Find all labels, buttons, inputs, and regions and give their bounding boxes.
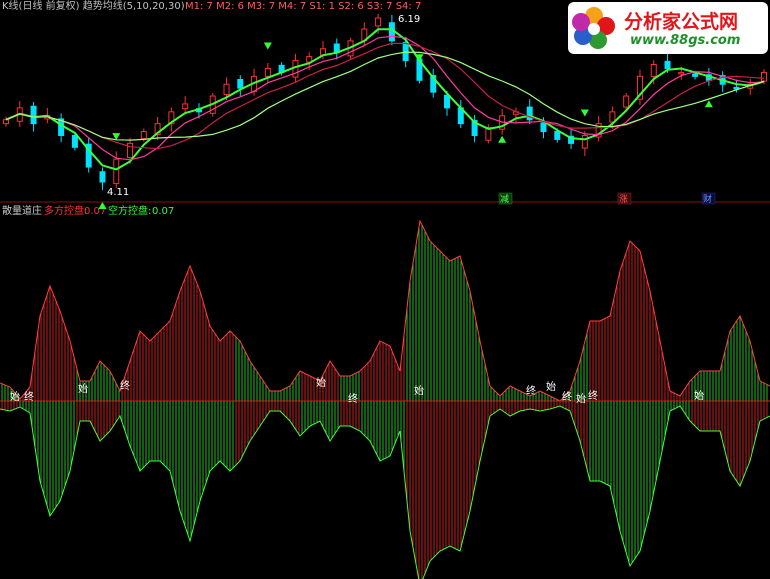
oscillator-upper-outline (0, 219, 770, 402)
oscillator-label: 终 (24, 390, 34, 403)
candle (264, 62, 271, 84)
candle (430, 68, 437, 98)
oscillator-label: 终 (120, 379, 130, 392)
candle (457, 100, 464, 128)
svg-text:财: 财 (703, 193, 712, 205)
candle (581, 131, 588, 156)
ma20-line (5, 42, 765, 150)
short-control-label: 空方控盘: (108, 204, 151, 217)
oscillator-label: 终 (526, 384, 536, 397)
watermark-url: www.88gs.com (630, 33, 741, 48)
oscillator-label: 始 (414, 384, 424, 397)
signal-badge-jian: 减 (498, 192, 513, 205)
svg-text:减: 减 (500, 193, 509, 205)
chart-stage: K线(日线 前复权) 趋势均线(5,10,20,30) M1: 7 M2: 6 … (0, 0, 770, 579)
candle (595, 115, 602, 142)
candle (526, 99, 533, 125)
long-control-label: 多方控盘: (44, 204, 87, 217)
high-price-label: 6.19 (398, 14, 420, 25)
candle (168, 107, 175, 132)
oscillator-label: 始 (694, 389, 704, 402)
oscillator-label: 始 (78, 382, 88, 395)
flower-logo-icon (572, 7, 615, 49)
ma-readout: M1: 7 M2: 6 M3: 7 M4: 7 S1: 1 S2: 6 S3: … (185, 1, 421, 12)
candle (636, 69, 643, 105)
sell-arrow-icon (263, 42, 272, 50)
ma30-line (5, 51, 765, 141)
oscillator-label: 始 (10, 390, 20, 403)
candle (154, 116, 161, 141)
bottom-panel-title: 散量道庄 (2, 204, 42, 217)
candle (58, 113, 65, 143)
oscillator-label: 终 (562, 390, 572, 403)
candle (333, 38, 340, 60)
candle (99, 167, 106, 190)
short-control-value: 0.07 (152, 206, 174, 217)
sell-arrow-icon (580, 109, 589, 117)
buy-arrow-icon (704, 100, 713, 108)
candle (182, 96, 189, 114)
watermark-name: 分析家公式网 (624, 11, 739, 33)
oscillator-label: 终 (348, 392, 358, 405)
candle (747, 78, 754, 95)
low-price-label: 4.11 (107, 187, 129, 198)
ma10-line (5, 35, 765, 161)
oscillator-label: 始 (576, 392, 586, 405)
candle (85, 137, 92, 173)
top-panel-header: K线(日线 前复权) 趋势均线(5,10,20,30) (2, 0, 185, 12)
svg-text:涨: 涨 (619, 194, 628, 205)
oscillator-label: 始 (316, 376, 326, 389)
oscillator-label: 始 (546, 380, 556, 393)
chart-svg: K线(日线 前复权) 趋势均线(5,10,20,30) M1: 7 M2: 6 … (0, 0, 770, 579)
oscillator-lower-outline (0, 405, 770, 579)
oscillator-label: 终 (588, 389, 598, 402)
oscillator-layer (0, 219, 770, 579)
signal-badge-cai: 财 (701, 192, 716, 205)
watermark-logo: 分析家公式网 www.88gs.com (568, 2, 768, 54)
buy-arrow-icon (498, 135, 507, 143)
candle (237, 75, 244, 97)
signal-badge-zhang: 涨 (617, 192, 632, 205)
